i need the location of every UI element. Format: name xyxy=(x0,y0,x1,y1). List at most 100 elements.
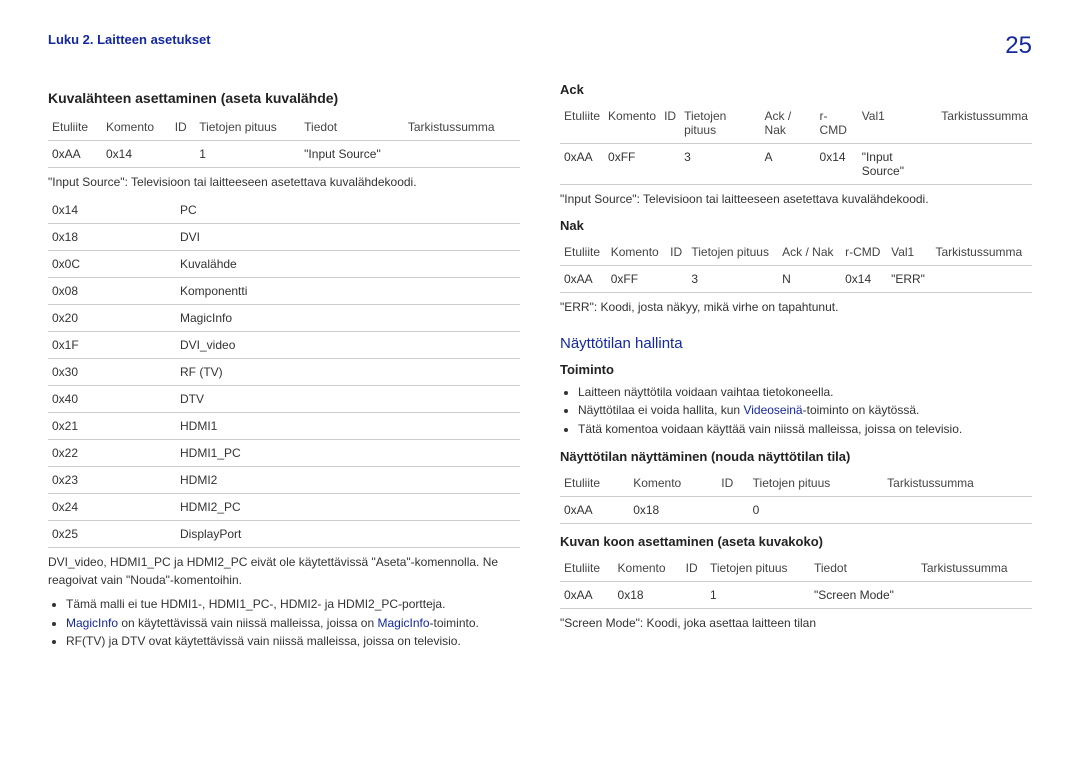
ack-title: Ack xyxy=(560,82,1032,97)
td: 1 xyxy=(195,141,300,168)
td xyxy=(660,144,680,185)
th: Tietojen pituus xyxy=(195,114,300,141)
td: 0x18 xyxy=(629,496,717,523)
td: 0xAA xyxy=(48,141,102,168)
th: Tietojen pituus xyxy=(687,239,778,266)
th: ID xyxy=(171,114,196,141)
magicinfo-link[interactable]: MagicInfo xyxy=(377,616,429,630)
set-input-source-header-table: Etuliite Komento ID Tietojen pituus Tied… xyxy=(48,114,520,168)
code-cell: 0x20 xyxy=(48,305,176,332)
th: Tietojen pituus xyxy=(680,103,760,144)
toiminto-title: Toiminto xyxy=(560,362,1032,377)
th: Tiedot xyxy=(300,114,404,141)
code-cell: 0x30 xyxy=(48,359,176,386)
label-cell: DVI xyxy=(176,224,520,251)
code-cell: 0x22 xyxy=(48,440,176,467)
list-item: Laitteen näyttötila voidaan vaihtaa tiet… xyxy=(578,383,1032,402)
magicinfo-link[interactable]: MagicInfo xyxy=(66,616,118,630)
left-title: Kuvalähteen asettaminen (aseta kuvalähde… xyxy=(48,90,520,106)
td xyxy=(666,266,687,293)
th: Ack / Nak xyxy=(761,103,816,144)
th: Etuliite xyxy=(560,555,614,582)
table-row: 0x18DVI xyxy=(48,224,520,251)
list-item: Tämä malli ei tue HDMI1-, HDMI1_PC-, HDM… xyxy=(66,595,520,614)
label-cell: RF (TV) xyxy=(176,359,520,386)
td xyxy=(931,266,1032,293)
td xyxy=(883,496,1032,523)
nak-table: Etuliite Komento ID Tietojen pituus Ack … xyxy=(560,239,1032,293)
input-source-note: "Input Source": Televisioon tai laittees… xyxy=(48,174,520,191)
th: Val1 xyxy=(858,103,938,144)
text: -toiminto. xyxy=(430,616,479,630)
code-cell: 0x18 xyxy=(48,224,176,251)
label-cell: HDMI2 xyxy=(176,467,520,494)
td xyxy=(917,581,1032,608)
th: Tarkistussumma xyxy=(931,239,1032,266)
text: -toiminto on käytössä. xyxy=(803,403,920,417)
table-row: 0x25DisplayPort xyxy=(48,521,520,548)
td: 0x14 xyxy=(841,266,887,293)
td xyxy=(171,141,196,168)
label-cell: MagicInfo xyxy=(176,305,520,332)
table-row: 0x0CKuvalähde xyxy=(48,251,520,278)
left-note2: DVI_video, HDMI1_PC ja HDMI2_PC eivät ol… xyxy=(48,554,520,589)
breadcrumb: Luku 2. Laitteen asetukset xyxy=(48,32,211,47)
label-cell: HDMI1_PC xyxy=(176,440,520,467)
table-row: 0x14PC xyxy=(48,197,520,224)
code-cell: 0x23 xyxy=(48,467,176,494)
table-row: 0x08Komponentti xyxy=(48,278,520,305)
th: Komento xyxy=(607,239,666,266)
th: Val1 xyxy=(887,239,931,266)
td xyxy=(937,144,1032,185)
td: A xyxy=(761,144,816,185)
td: 0x18 xyxy=(614,581,682,608)
th: Tarkistussumma xyxy=(917,555,1032,582)
td: 0xAA xyxy=(560,496,629,523)
table-row: 0x21HDMI1 xyxy=(48,413,520,440)
code-cell: 0x1F xyxy=(48,332,176,359)
ack-table: Etuliite Komento ID Tietojen pituus Ack … xyxy=(560,103,1032,185)
td: "ERR" xyxy=(887,266,931,293)
nak-note: "ERR": Koodi, josta näkyy, mikä virhe on… xyxy=(560,299,1032,316)
th: Tiedot xyxy=(810,555,917,582)
td: 0 xyxy=(749,496,884,523)
td: 1 xyxy=(706,581,810,608)
td xyxy=(404,141,520,168)
label-cell: HDMI2_PC xyxy=(176,494,520,521)
td: 3 xyxy=(687,266,778,293)
toiminto-bullets: Laitteen näyttötila voidaan vaihtaa tiet… xyxy=(560,383,1032,439)
th: r-CMD xyxy=(841,239,887,266)
table-row: 0x30RF (TV) xyxy=(48,359,520,386)
th: r-CMD xyxy=(816,103,858,144)
th: Etuliite xyxy=(560,103,604,144)
code-cell: 0x0C xyxy=(48,251,176,278)
list-item: Näyttötilaa ei voida hallita, kun Videos… xyxy=(578,401,1032,420)
get-screen-mode-title: Näyttötilan näyttäminen (nouda näyttötil… xyxy=(560,449,1032,464)
th: Tarkistussumma xyxy=(404,114,520,141)
td: "Input Source" xyxy=(300,141,404,168)
videoseina-link[interactable]: Videoseinä xyxy=(743,403,802,417)
td: "Input Source" xyxy=(858,144,938,185)
th: Komento xyxy=(614,555,682,582)
list-item: MagicInfo on käytettävissä vain niissä m… xyxy=(66,614,520,633)
td xyxy=(717,496,748,523)
ack-note: "Input Source": Televisioon tai laittees… xyxy=(560,191,1032,208)
td: 0xAA xyxy=(560,266,607,293)
td: 0xFF xyxy=(607,266,666,293)
th: Tietojen pituus xyxy=(749,470,884,497)
label-cell: DVI_video xyxy=(176,332,520,359)
td: N xyxy=(778,266,841,293)
td: "Screen Mode" xyxy=(810,581,917,608)
set-screen-size-title: Kuvan koon asettaminen (aseta kuvakoko) xyxy=(560,534,1032,549)
th: Etuliite xyxy=(48,114,102,141)
code-cell: 0x08 xyxy=(48,278,176,305)
th: Etuliite xyxy=(560,470,629,497)
th: Komento xyxy=(604,103,660,144)
th: Komento xyxy=(102,114,171,141)
table-row: 0x22HDMI1_PC xyxy=(48,440,520,467)
th: ID xyxy=(660,103,680,144)
label-cell: PC xyxy=(176,197,520,224)
left-bullets: Tämä malli ei tue HDMI1-, HDMI1_PC-, HDM… xyxy=(48,595,520,651)
code-cell: 0x24 xyxy=(48,494,176,521)
set-screen-size-table: Etuliite Komento ID Tietojen pituus Tied… xyxy=(560,555,1032,609)
